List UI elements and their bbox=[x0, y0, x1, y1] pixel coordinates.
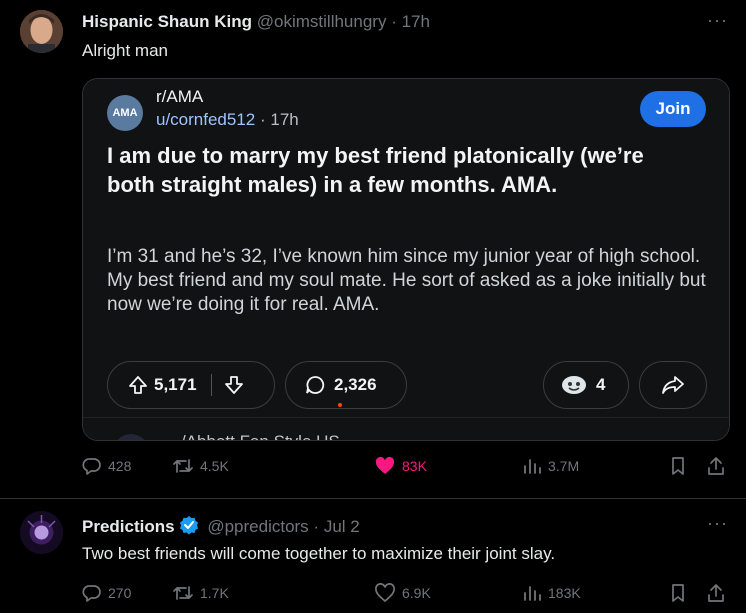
separator: · bbox=[259, 110, 266, 129]
verified-icon bbox=[179, 515, 199, 540]
comments-pill[interactable]: 2,326 bbox=[285, 361, 407, 409]
retweet-icon bbox=[173, 586, 193, 600]
embedded-reddit-card[interactable]: AMA r/AMA u/cornfed512 · 17h Join I am d… bbox=[82, 78, 730, 441]
like-count: 6.9K bbox=[402, 585, 431, 601]
reply-button[interactable]: 428 bbox=[82, 456, 131, 476]
more-icon[interactable]: ··· bbox=[707, 513, 728, 534]
views-button[interactable]: 183K bbox=[522, 583, 581, 603]
upvote-icon[interactable] bbox=[128, 375, 154, 396]
join-button[interactable]: Join bbox=[640, 91, 706, 127]
separator: · bbox=[391, 12, 397, 31]
notification-dot bbox=[338, 403, 342, 407]
post-author-name[interactable]: u/cornfed512 bbox=[156, 110, 255, 129]
retweet-button[interactable]: 4.5K bbox=[172, 456, 229, 476]
vote-pill: 5,171 bbox=[107, 361, 275, 409]
author-handle[interactable]: @okimstillhungry bbox=[257, 12, 387, 31]
reply-button[interactable]: 270 bbox=[82, 583, 131, 603]
reply-icon bbox=[82, 585, 101, 602]
reply-count: 270 bbox=[108, 585, 132, 601]
views-icon bbox=[524, 586, 541, 601]
award-pill[interactable]: 4 bbox=[543, 361, 629, 409]
tweet-header: Hispanic Shaun King @okimstillhungry · 1… bbox=[82, 12, 430, 32]
like-button[interactable]: 83K bbox=[374, 456, 427, 476]
post-author: u/cornfed512 · 17h bbox=[156, 110, 299, 130]
timestamp[interactable]: 17h bbox=[402, 12, 430, 31]
bookmark-icon[interactable] bbox=[668, 456, 694, 476]
comment-icon bbox=[304, 374, 334, 396]
avatar[interactable] bbox=[20, 511, 63, 554]
share-icon[interactable] bbox=[706, 583, 732, 603]
subreddit-name[interactable]: r/AMA bbox=[156, 87, 203, 107]
post-title: I am due to marry my best friend platoni… bbox=[107, 143, 644, 197]
tweet-text: Alright man bbox=[82, 41, 168, 60]
award-icon bbox=[560, 374, 596, 396]
like-count: 83K bbox=[402, 458, 427, 474]
subreddit-icon: AMA bbox=[107, 95, 143, 131]
retweet-count: 4.5K bbox=[200, 458, 229, 474]
commenter-avatar bbox=[113, 434, 149, 440]
separator: · bbox=[313, 517, 320, 536]
author-name[interactable]: Hispanic Shaun King bbox=[82, 12, 252, 31]
avatar[interactable] bbox=[20, 10, 63, 53]
comment-count: 2,326 bbox=[334, 375, 377, 394]
views-button[interactable]: 3.7M bbox=[522, 456, 579, 476]
retweet-button[interactable]: 1.7K bbox=[172, 583, 229, 603]
heart-icon bbox=[375, 583, 395, 603]
bookmark-icon[interactable] bbox=[668, 583, 694, 603]
downvote-icon[interactable] bbox=[224, 375, 244, 396]
upvote-count: 5,171 bbox=[154, 375, 197, 394]
post-time: 17h bbox=[270, 110, 299, 129]
retweet-count: 1.7K bbox=[200, 585, 229, 601]
post-body: I’m 31 and he’s 32, I’ve known him since… bbox=[107, 246, 706, 315]
like-button[interactable]: 6.9K bbox=[374, 583, 431, 603]
reply-icon bbox=[82, 458, 101, 475]
tweet-text: Two best friends will come together to m… bbox=[82, 544, 556, 563]
reddit-post[interactable]: AMA r/AMA u/cornfed512 · 17h Join I am d… bbox=[83, 79, 729, 417]
views-icon bbox=[524, 459, 541, 474]
heart-icon bbox=[375, 456, 395, 474]
tweet[interactable]: Hispanic Shaun King @okimstillhungry · 1… bbox=[0, 0, 746, 498]
share-icon[interactable] bbox=[706, 456, 732, 476]
tweet-header: Predictions @ppredictors · Jul 2 bbox=[82, 515, 360, 540]
timestamp[interactable]: Jul 2 bbox=[324, 517, 360, 536]
tweet-actions: 270 1.7K 6.9K 183K bbox=[82, 583, 732, 607]
views-count: 183K bbox=[548, 585, 581, 601]
award-count: 4 bbox=[596, 375, 606, 394]
more-icon[interactable]: ··· bbox=[707, 10, 728, 31]
commenter-name: /Abbott Fan Style US bbox=[181, 432, 340, 440]
author-name[interactable]: Predictions bbox=[82, 517, 175, 536]
reply-count: 428 bbox=[108, 458, 132, 474]
next-comment-preview: /Abbott Fan Style US bbox=[83, 417, 729, 440]
tweet-actions: 428 4.5K 83K 3.7M bbox=[82, 456, 732, 480]
reddit-share-icon[interactable] bbox=[639, 361, 707, 409]
tweet[interactable]: Predictions @ppredictors · Jul 2 ··· Two… bbox=[0, 498, 746, 613]
views-count: 3.7M bbox=[548, 458, 580, 474]
author-handle[interactable]: @ppredictors bbox=[207, 517, 308, 536]
retweet-icon bbox=[173, 459, 193, 473]
